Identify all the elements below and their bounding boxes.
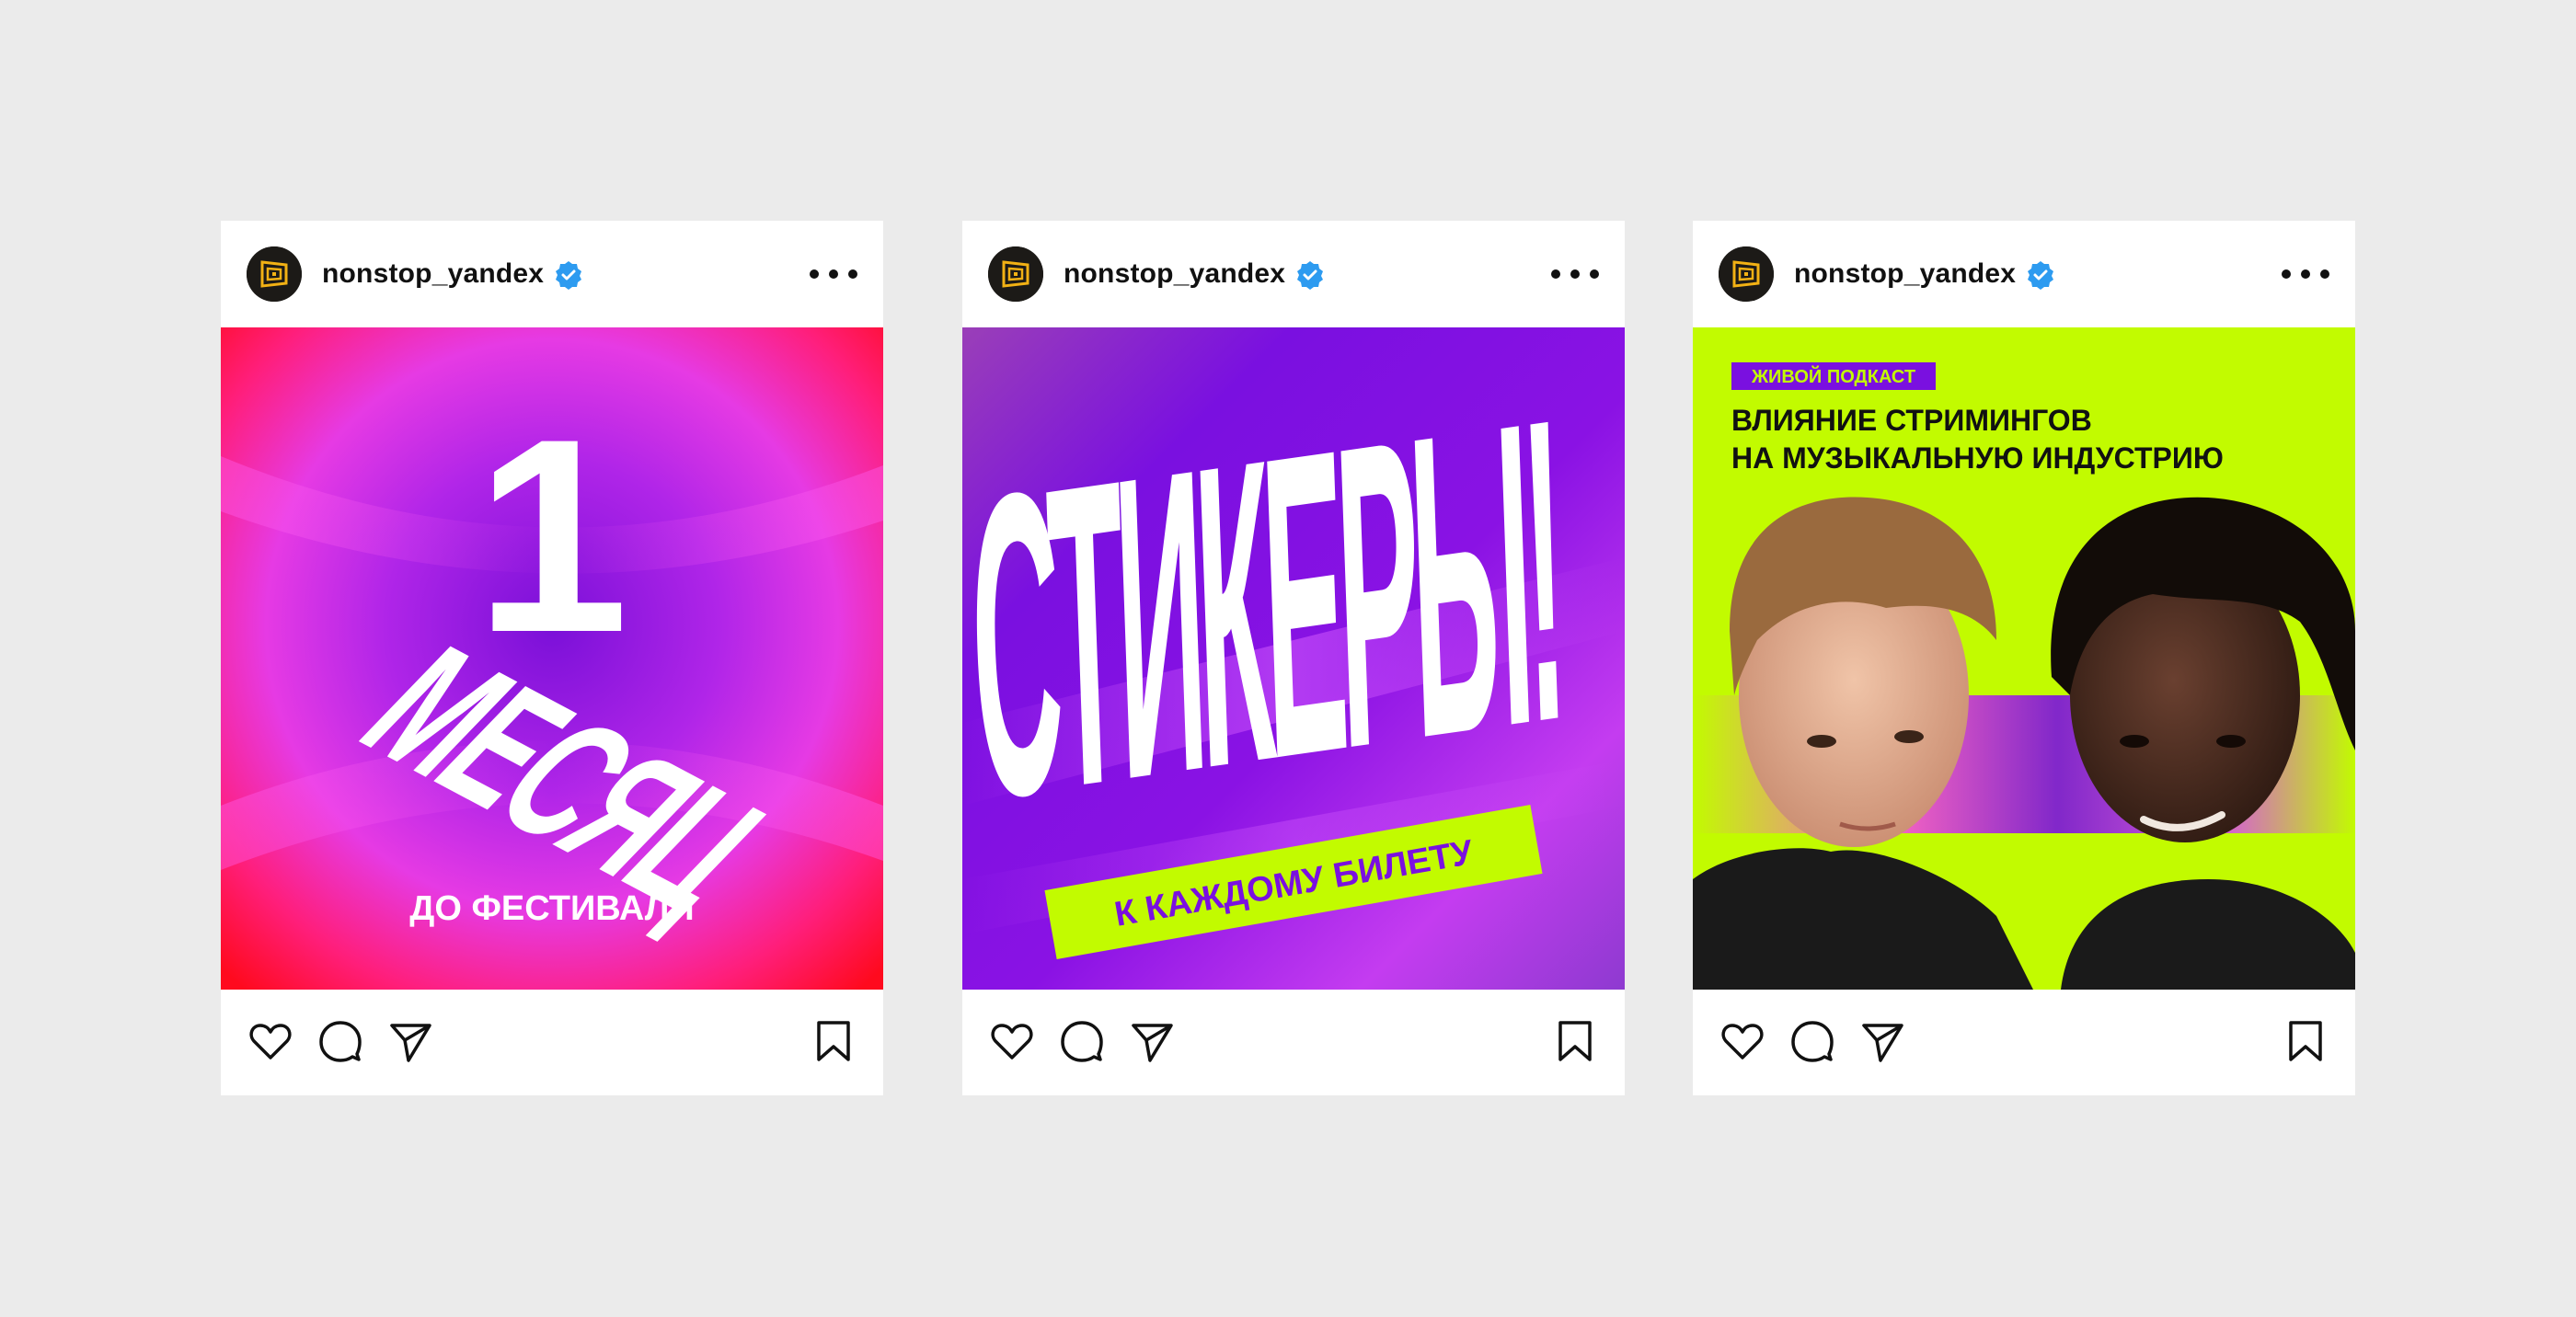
bookmark-icon[interactable] <box>1551 1017 1599 1065</box>
post-card-3: nonstop_yandex ЖИВОЙ ПОДКАСТ ВЛИЯНИЕ СТР… <box>1693 221 2355 1095</box>
bookmark-icon[interactable] <box>810 1017 857 1065</box>
heart-icon[interactable] <box>1719 1017 1766 1065</box>
account-username[interactable]: nonstop_yandex <box>1794 256 2016 292</box>
post-image[interactable]: ЖИВОЙ ПОДКАСТ ВЛИЯНИЕ СТРИМИНГОВ НА МУЗЫ… <box>1693 327 2355 990</box>
post-header: nonstop_yandex <box>221 221 883 327</box>
podcast-badge: ЖИВОЙ ПОДКАСТ <box>1751 365 1915 387</box>
send-icon[interactable] <box>1128 1017 1176 1065</box>
send-icon[interactable] <box>1858 1017 1906 1065</box>
comment-icon[interactable] <box>1788 1017 1836 1065</box>
heart-icon[interactable] <box>247 1017 294 1065</box>
post-actions <box>962 990 1625 1095</box>
more-options-icon[interactable] <box>810 256 857 292</box>
post-actions <box>221 990 883 1095</box>
post-actions <box>1693 990 2355 1095</box>
account-avatar[interactable] <box>988 246 1043 302</box>
account-avatar[interactable] <box>247 246 302 302</box>
more-options-icon[interactable] <box>2282 256 2329 292</box>
verified-badge-icon <box>553 259 584 291</box>
comment-icon[interactable] <box>1058 1017 1106 1065</box>
more-options-icon[interactable] <box>1551 256 1599 292</box>
post-card-2: nonstop_yandex СТИКЕРЫ! К КАЖДОМУ БИЛЕТУ <box>962 221 1625 1095</box>
comment-icon[interactable] <box>316 1017 364 1065</box>
post-header: nonstop_yandex <box>1693 221 2355 327</box>
logo-icon <box>1719 246 1774 302</box>
podcast-title-line-1: ВЛИЯНИЕ СТРИМИНГОВ <box>1731 404 2092 437</box>
verified-badge-icon <box>2025 259 2056 291</box>
headline-word: СТИКЕРЫ! <box>964 327 1565 890</box>
post-image[interactable]: СТИКЕРЫ! К КАЖДОМУ БИЛЕТУ <box>962 327 1625 990</box>
account-username[interactable]: nonstop_yandex <box>1064 256 1285 292</box>
post-header: nonstop_yandex <box>962 221 1625 327</box>
verified-badge-icon <box>1294 259 1326 291</box>
post-caption: ДО ФЕСТИВАЛЯ <box>409 889 694 928</box>
account-avatar[interactable] <box>1719 246 1774 302</box>
bookmark-icon[interactable] <box>2282 1017 2329 1065</box>
logo-icon <box>247 246 302 302</box>
post-card-1: nonstop_yandex 1 МЕСЯЦ ДО ФЕСТИВАЛЯ <box>221 221 883 1095</box>
send-icon[interactable] <box>386 1017 434 1065</box>
logo-icon <box>988 246 1043 302</box>
account-username[interactable]: nonstop_yandex <box>322 256 544 292</box>
post-image[interactable]: 1 МЕСЯЦ ДО ФЕСТИВАЛЯ <box>221 327 883 990</box>
heart-icon[interactable] <box>988 1017 1036 1065</box>
podcast-title-line-2: НА МУЗЫКАЛЬНУЮ ИНДУСТРИЮ <box>1731 441 2224 475</box>
